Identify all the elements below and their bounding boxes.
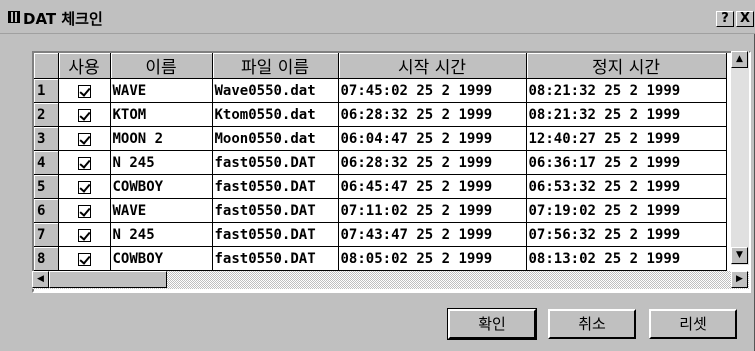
reset-button[interactable]: 리셋 xyxy=(649,309,737,339)
row-number[interactable]: 3 xyxy=(34,126,59,151)
start-time-cell[interactable]: 07:11:02 25 2 1999 xyxy=(338,198,527,223)
column-header-stop-time[interactable]: 정지 시간 xyxy=(526,53,727,79)
stop-time-cell[interactable]: 12:40:27 25 2 1999 xyxy=(526,126,727,151)
use-checkbox[interactable] xyxy=(77,181,91,194)
use-checkbox-cell[interactable] xyxy=(58,102,111,127)
stop-time-cell[interactable]: 06:36:17 25 2 1999 xyxy=(526,150,727,175)
start-time-cell[interactable]: 06:45:47 25 2 1999 xyxy=(338,174,527,199)
stop-time-cell[interactable]: 08:21:32 25 2 1999 xyxy=(526,102,727,127)
table-row[interactable]: 6 WAVE fast0550.DAT 07:11:02 25 2 1999 07:19… xyxy=(34,198,727,223)
start-time-cell[interactable]: 07:45:02 25 2 1999 xyxy=(338,78,527,103)
row-number[interactable]: 8 xyxy=(34,246,59,271)
use-checkbox[interactable] xyxy=(77,253,91,266)
corner-header xyxy=(34,53,59,79)
file-name-cell[interactable]: fast0550.DAT xyxy=(212,246,339,271)
start-time-cell[interactable]: 06:28:32 25 2 1999 xyxy=(338,102,527,127)
file-name-cell[interactable]: Ktom0550.dat xyxy=(212,102,339,127)
name-cell[interactable]: MOON 2 xyxy=(110,126,213,151)
name-cell[interactable]: COWBOY xyxy=(110,246,213,271)
start-time-cell[interactable]: 06:28:32 25 2 1999 xyxy=(338,150,527,175)
title-bar: DAT 체크인 ? X xyxy=(0,0,755,34)
scroll-left-button[interactable]: ◀ xyxy=(32,271,49,288)
scroll-right-button[interactable]: ▶ xyxy=(731,271,748,288)
row-number[interactable]: 5 xyxy=(34,174,59,199)
help-button[interactable]: ? xyxy=(716,11,734,27)
column-header-use[interactable]: 사용 xyxy=(58,53,111,79)
column-header-file-name[interactable]: 파일 이름 xyxy=(212,53,339,79)
scroll-up-button[interactable]: ▲ xyxy=(731,51,748,68)
row-number[interactable]: 6 xyxy=(34,198,59,223)
name-cell[interactable]: KTOM xyxy=(110,102,213,127)
use-checkbox[interactable] xyxy=(77,229,91,242)
use-checkbox-cell[interactable] xyxy=(58,174,111,199)
window-title: DAT 체크인 xyxy=(23,10,103,28)
use-checkbox-cell[interactable] xyxy=(58,126,111,151)
stop-time-cell[interactable]: 07:19:02 25 2 1999 xyxy=(526,198,727,223)
close-button[interactable]: X xyxy=(736,11,754,27)
table-row[interactable]: 5 COWBOY fast0550.DAT 06:45:47 25 2 1999 06:… xyxy=(34,174,727,199)
name-cell[interactable]: N 245 xyxy=(110,222,213,247)
horizontal-scroll-thumb[interactable] xyxy=(49,271,167,288)
app-icon xyxy=(8,11,20,23)
stop-time-cell[interactable]: 08:13:02 25 2 1999 xyxy=(526,246,727,271)
cancel-button[interactable]: 취소 xyxy=(548,309,636,339)
file-name-cell[interactable]: fast0550.DAT xyxy=(212,150,339,175)
name-cell[interactable]: COWBOY xyxy=(110,174,213,199)
file-name-cell[interactable]: fast0550.DAT xyxy=(212,174,339,199)
name-cell[interactable]: N 245 xyxy=(110,150,213,175)
table-row[interactable]: 7 N 245 fast0550.DAT 07:43:47 25 2 1999 07:5… xyxy=(34,222,727,247)
use-checkbox[interactable] xyxy=(77,157,91,170)
vertical-scrollbar[interactable]: ▲ ▼ xyxy=(731,51,749,265)
start-time-cell[interactable]: 06:04:47 25 2 1999 xyxy=(338,126,527,151)
table-row[interactable]: 3 MOON 2 Moon0550.dat 06:04:47 25 2 1999 12:… xyxy=(34,126,727,151)
row-number[interactable]: 1 xyxy=(34,78,59,103)
file-name-cell[interactable]: fast0550.DAT xyxy=(212,222,339,247)
use-checkbox[interactable] xyxy=(77,85,91,98)
start-time-cell[interactable]: 08:05:02 25 2 1999 xyxy=(338,246,527,271)
file-name-cell[interactable]: fast0550.DAT xyxy=(212,198,339,223)
dat-grid: 사용 이름 파일 이름 시작 시간 정지 시간 1 WAVE Wave0550.da… xyxy=(32,51,751,293)
use-checkbox-cell[interactable] xyxy=(58,246,111,271)
row-number[interactable]: 4 xyxy=(34,150,59,175)
row-number[interactable]: 2 xyxy=(34,102,59,127)
use-checkbox[interactable] xyxy=(77,109,91,122)
table-row[interactable]: 8 COWBOY fast0550.DAT 08:05:02 25 2 1999 08:… xyxy=(34,246,727,271)
dat-table: 사용 이름 파일 이름 시작 시간 정지 시간 1 WAVE Wave0550.da… xyxy=(34,53,727,271)
name-cell[interactable]: WAVE xyxy=(110,198,213,223)
column-header-start-time[interactable]: 시작 시간 xyxy=(338,53,527,79)
stop-time-cell[interactable]: 08:21:32 25 2 1999 xyxy=(526,78,727,103)
use-checkbox[interactable] xyxy=(77,133,91,146)
start-time-cell[interactable]: 07:43:47 25 2 1999 xyxy=(338,222,527,247)
scroll-down-button[interactable]: ▼ xyxy=(731,247,748,264)
row-number[interactable]: 7 xyxy=(34,222,59,247)
table-row[interactable]: 4 N 245 fast0550.DAT 06:28:32 25 2 1999 06:3… xyxy=(34,150,727,175)
stop-time-cell[interactable]: 07:56:32 25 2 1999 xyxy=(526,222,727,247)
column-header-name[interactable]: 이름 xyxy=(110,53,213,79)
file-name-cell[interactable]: Wave0550.dat xyxy=(212,78,339,103)
use-checkbox-cell[interactable] xyxy=(58,78,111,103)
table-row[interactable]: 2 KTOM Ktom0550.dat 06:28:32 25 2 1999 08:21… xyxy=(34,102,727,127)
stop-time-cell[interactable]: 06:53:32 25 2 1999 xyxy=(526,174,727,199)
name-cell[interactable]: WAVE xyxy=(110,78,213,103)
file-name-cell[interactable]: Moon0550.dat xyxy=(212,126,339,151)
use-checkbox[interactable] xyxy=(77,205,91,218)
horizontal-scrollbar[interactable]: ◀ ▶ xyxy=(32,271,749,289)
use-checkbox-cell[interactable] xyxy=(58,222,111,247)
grid-body: 1 WAVE Wave0550.dat 07:45:02 25 2 1999 08:21… xyxy=(34,78,727,271)
dat-checkin-dialog: DAT 체크인 ? X 사용 이름 파일 이름 시작 시간 정지 시간 1 WA… xyxy=(0,0,755,351)
use-checkbox-cell[interactable] xyxy=(58,198,111,223)
table-row[interactable]: 1 WAVE Wave0550.dat 07:45:02 25 2 1999 08:21… xyxy=(34,78,727,103)
header-row: 사용 이름 파일 이름 시작 시간 정지 시간 xyxy=(34,53,727,79)
ok-button[interactable]: 확인 xyxy=(447,308,537,340)
use-checkbox-cell[interactable] xyxy=(58,150,111,175)
